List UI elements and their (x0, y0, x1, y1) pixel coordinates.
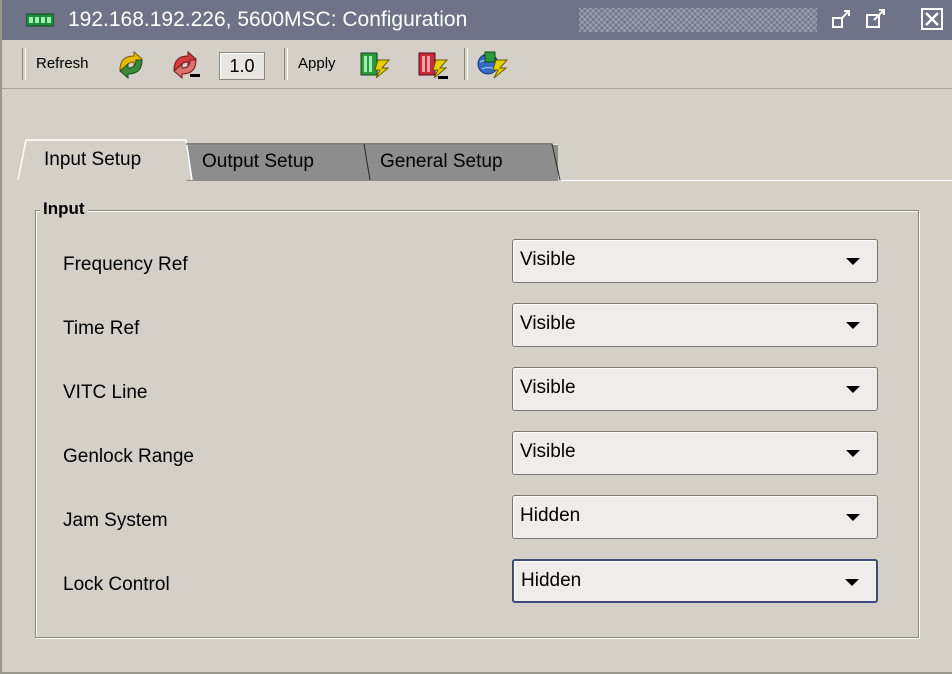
toolbar-separator (464, 48, 468, 80)
detach-icon[interactable] (830, 7, 854, 31)
tab-input-setup[interactable]: Input Setup (44, 148, 141, 172)
title-bar[interactable]: 192.168.192.226, 5600MSC: Configuration (2, 0, 952, 40)
apply-red-icon[interactable] (416, 50, 450, 80)
chevron-down-icon[interactable] (846, 514, 860, 521)
time-ref-select[interactable]: Visible (512, 303, 878, 347)
genlock-range-select[interactable]: Visible (512, 431, 878, 475)
lock-control-label: Lock Control (63, 574, 170, 595)
toolbar-separator (22, 48, 26, 80)
close-icon[interactable] (920, 7, 944, 31)
input-group-title: Input (40, 199, 88, 219)
genlock-range-label: Genlock Range (63, 446, 194, 467)
apply-green-icon[interactable] (358, 50, 392, 80)
lock-control-select[interactable]: Hidden (512, 559, 878, 603)
apply-button[interactable]: Apply (298, 55, 336, 72)
toolbar: Refresh 1.0 Apply (2, 40, 952, 89)
chevron-down-icon[interactable] (846, 322, 860, 329)
jam-system-label: Jam System (63, 510, 168, 531)
select-value: Visible (520, 313, 576, 334)
chevron-down-icon[interactable] (846, 386, 860, 393)
refresh-button[interactable]: Refresh (36, 55, 89, 72)
refresh-all-icon[interactable] (114, 50, 148, 80)
maximize-icon[interactable] (864, 7, 888, 31)
apply-globe-icon[interactable] (476, 50, 510, 80)
select-value: Visible (520, 441, 576, 462)
zoom-level[interactable]: 1.0 (219, 52, 265, 80)
select-value: Hidden (520, 505, 581, 526)
tab-output-setup[interactable]: Output Setup (202, 150, 314, 174)
frequency-ref-select[interactable]: Visible (512, 239, 878, 283)
tab-baseline (561, 180, 952, 181)
vitc-line-label: VITC Line (63, 382, 148, 403)
device-icon (25, 12, 55, 28)
select-value: Hidden (521, 570, 582, 591)
chevron-down-icon[interactable] (845, 579, 859, 586)
tab-general-setup[interactable]: General Setup (380, 150, 503, 174)
frequency-ref-label: Frequency Ref (63, 254, 188, 275)
title-drag-area[interactable] (579, 8, 817, 32)
time-ref-label: Time Ref (63, 318, 140, 339)
chevron-down-icon[interactable] (846, 450, 860, 457)
jam-system-select[interactable]: Hidden (512, 495, 878, 539)
configuration-window: 192.168.192.226, 5600MSC: Configuration … (0, 0, 952, 674)
select-value: Visible (520, 249, 576, 270)
refresh-single-icon[interactable] (168, 50, 202, 80)
chevron-down-icon[interactable] (846, 258, 860, 265)
vitc-line-select[interactable]: Visible (512, 367, 878, 411)
select-value: Visible (520, 377, 576, 398)
toolbar-separator (284, 48, 288, 80)
window-title: 192.168.192.226, 5600MSC: Configuration (68, 8, 468, 31)
